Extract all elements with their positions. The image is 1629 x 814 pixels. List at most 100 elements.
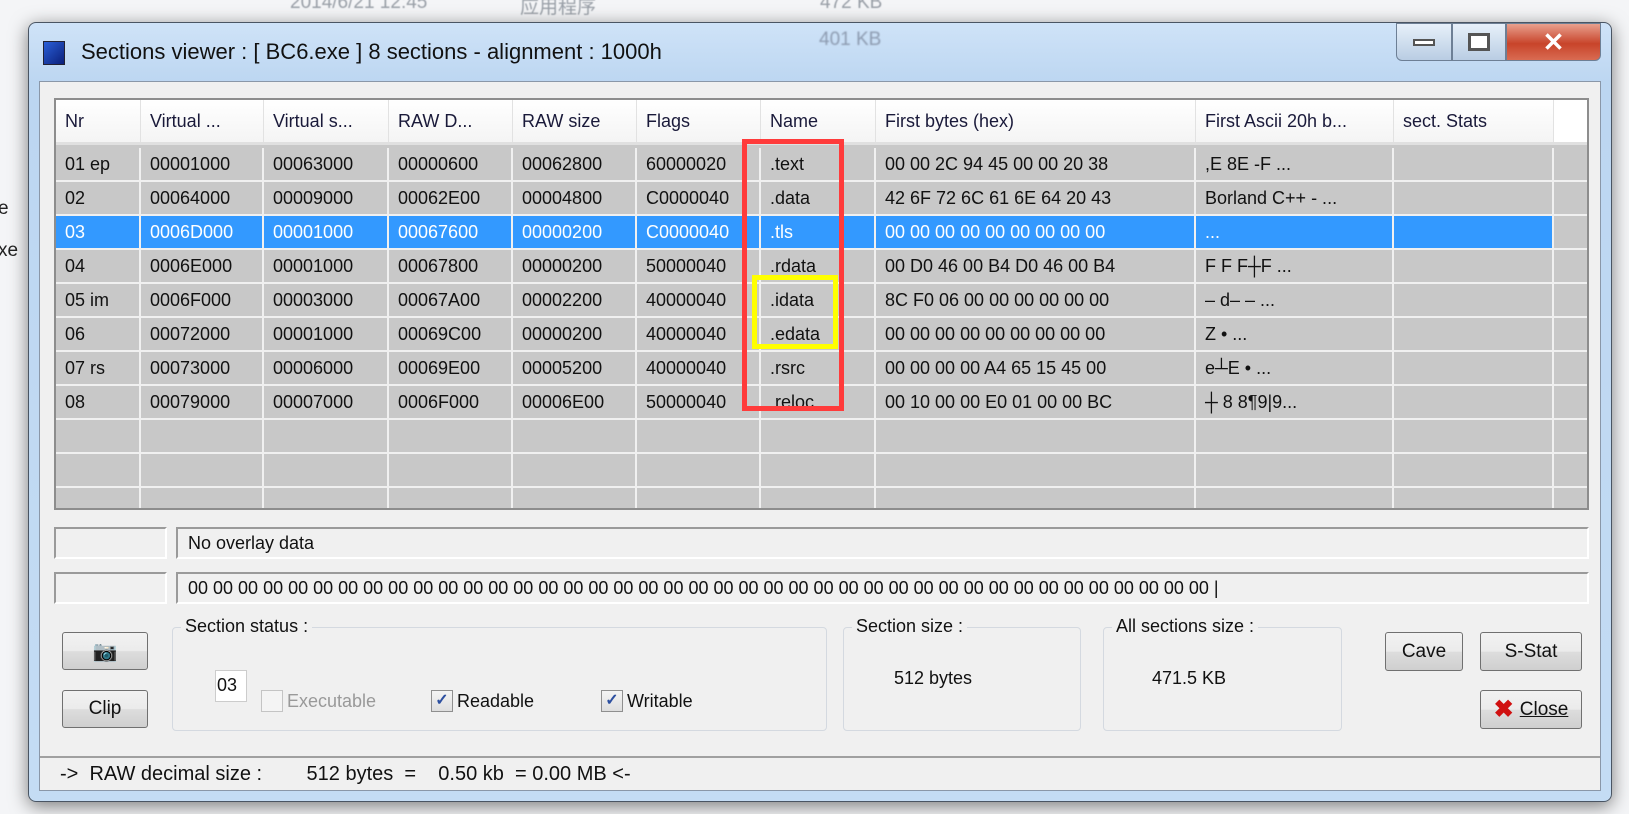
table-cell [1554,488,1587,508]
check-icon: ✓ [431,690,453,712]
table-cell: 00001000 [141,148,264,180]
table-cell: 08 [56,386,141,418]
table-cell [761,454,876,486]
client-area: Nr Virtual ... Virtual s... RAW D... RAW siz… [39,81,1601,791]
clip-button[interactable]: Clip [62,690,148,728]
bg-size: 472 KB [820,0,883,13]
empty-row[interactable] [56,454,1587,488]
maximize-icon [1468,33,1490,51]
table-cell: 0006D000 [141,216,264,248]
minimize-button[interactable] [1396,23,1452,61]
yellow-highlight-box [752,275,838,349]
table-cell: 00000200 [513,216,637,248]
status-bar: -> RAW decimal size : 512 bytes = 0.50 k… [40,756,1600,790]
table-cell [1394,386,1554,418]
table-cell: 00072000 [141,318,264,350]
table-cell [1554,182,1587,214]
all-sections-size-group: All sections size : 471.5 KB [1103,616,1342,731]
table-cell [56,454,141,486]
table-cell: 8C F0 06 00 00 00 00 00 00 [876,284,1196,316]
sections-table[interactable]: Nr Virtual ... Virtual s... RAW D... RAW siz… [54,98,1589,510]
overlay-status: No overlay data [176,527,1589,559]
column-header[interactable]: RAW size [513,100,637,142]
table-cell: e┴E • ... [1196,352,1394,384]
section-size-label: Section size : [852,616,968,637]
all-sections-size-label: All sections size : [1112,616,1259,637]
table-cell [761,420,876,452]
s-stat-button[interactable]: S-Stat [1480,632,1582,671]
column-header[interactable]: Virtual s... [264,100,389,142]
table-cell [1394,284,1554,316]
minimize-icon [1413,38,1435,46]
readable-checkbox[interactable]: ✓ Readable [431,690,534,712]
table-cell [389,488,513,508]
table-cell: 04 [56,250,141,282]
table-cell: F F F┼F ... [1196,250,1394,282]
table-cell [1554,250,1587,282]
executable-checkbox[interactable]: Executable [261,690,376,712]
table-cell: 00000200 [513,250,637,282]
table-cell [1196,488,1394,508]
screenshot-button[interactable]: 📷 [62,632,148,670]
cave-button[interactable]: Cave [1385,632,1463,671]
table-cell [1394,420,1554,452]
empty-row[interactable] [56,420,1587,454]
table-cell [637,488,761,508]
table-cell [1554,318,1587,350]
table-cell: 00000200 [513,318,637,350]
table-cell: 0006F000 [141,284,264,316]
window-title: Sections viewer : [ BC6.exe ] 8 sections… [81,39,662,64]
column-header[interactable]: Virtual ... [141,100,264,142]
bg-size-through-titlebar: 401 KB [819,29,882,50]
column-header[interactable]: First Ascii 20h b... [1196,100,1394,142]
table-cell: 00067600 [389,216,513,248]
sections-viewer-window: 401 KB Sections viewer : [ BC6.exe ] 8 s… [28,22,1612,802]
column-header[interactable]: Name [761,100,876,142]
table-cell: 00003000 [264,284,389,316]
table-cell [513,420,637,452]
table-cell [876,488,1196,508]
table-cell [1196,454,1394,486]
table-cell [876,420,1196,452]
column-header[interactable]: Flags [637,100,761,142]
table-cell: 00004800 [513,182,637,214]
table-cell [1394,148,1554,180]
camera-icon: 📷 [92,640,118,663]
table-cell [637,454,761,486]
hex-dump-field[interactable]: 00 00 00 00 00 00 00 00 00 00 00 00 00 0… [176,572,1589,604]
table-cell: 00 00 2C 94 45 00 00 20 38 [876,148,1196,180]
column-header[interactable]: RAW D... [389,100,513,142]
table-cell: ┼ 8 8¶9|9... [1196,386,1394,418]
table-cell [1394,182,1554,214]
table-cell [1394,318,1554,350]
window-close-button[interactable]: ✕ [1506,23,1601,61]
table-cell: 00063000 [264,148,389,180]
hex-indicator [54,572,167,604]
close-icon: ✕ [1542,26,1565,57]
table-cell: 00 10 00 00 E0 01 00 00 BC [876,386,1196,418]
close-button[interactable]: ✖ Close [1480,690,1582,729]
table-cell: 03 [56,216,141,248]
table-cell: 00062E00 [389,182,513,214]
table-cell [56,420,141,452]
table-cell: – d– – ... [1196,284,1394,316]
column-header[interactable] [1554,100,1587,142]
table-cell: 00067800 [389,250,513,282]
bg-date: 2014/6/21 12:45 [290,0,428,13]
section-status-group: Section status : 03 Executable ✓ Readable… [172,616,827,731]
table-cell [1394,454,1554,486]
table-cell [1554,420,1587,452]
bg-frag: e [0,198,9,219]
table-cell [637,420,761,452]
section-size-value: 512 bytes [894,668,973,688]
column-header[interactable]: First bytes (hex) [876,100,1196,142]
table-cell [1394,352,1554,384]
writable-checkbox[interactable]: ✓ Writable [601,690,693,712]
maximize-button[interactable] [1452,23,1506,61]
column-header[interactable]: sect. Stats [1394,100,1554,142]
section-number-field[interactable]: 03 [215,670,247,702]
empty-row[interactable] [56,488,1587,508]
table-cell [1554,454,1587,486]
column-header[interactable]: Nr [56,100,141,142]
table-cell: 00002200 [513,284,637,316]
